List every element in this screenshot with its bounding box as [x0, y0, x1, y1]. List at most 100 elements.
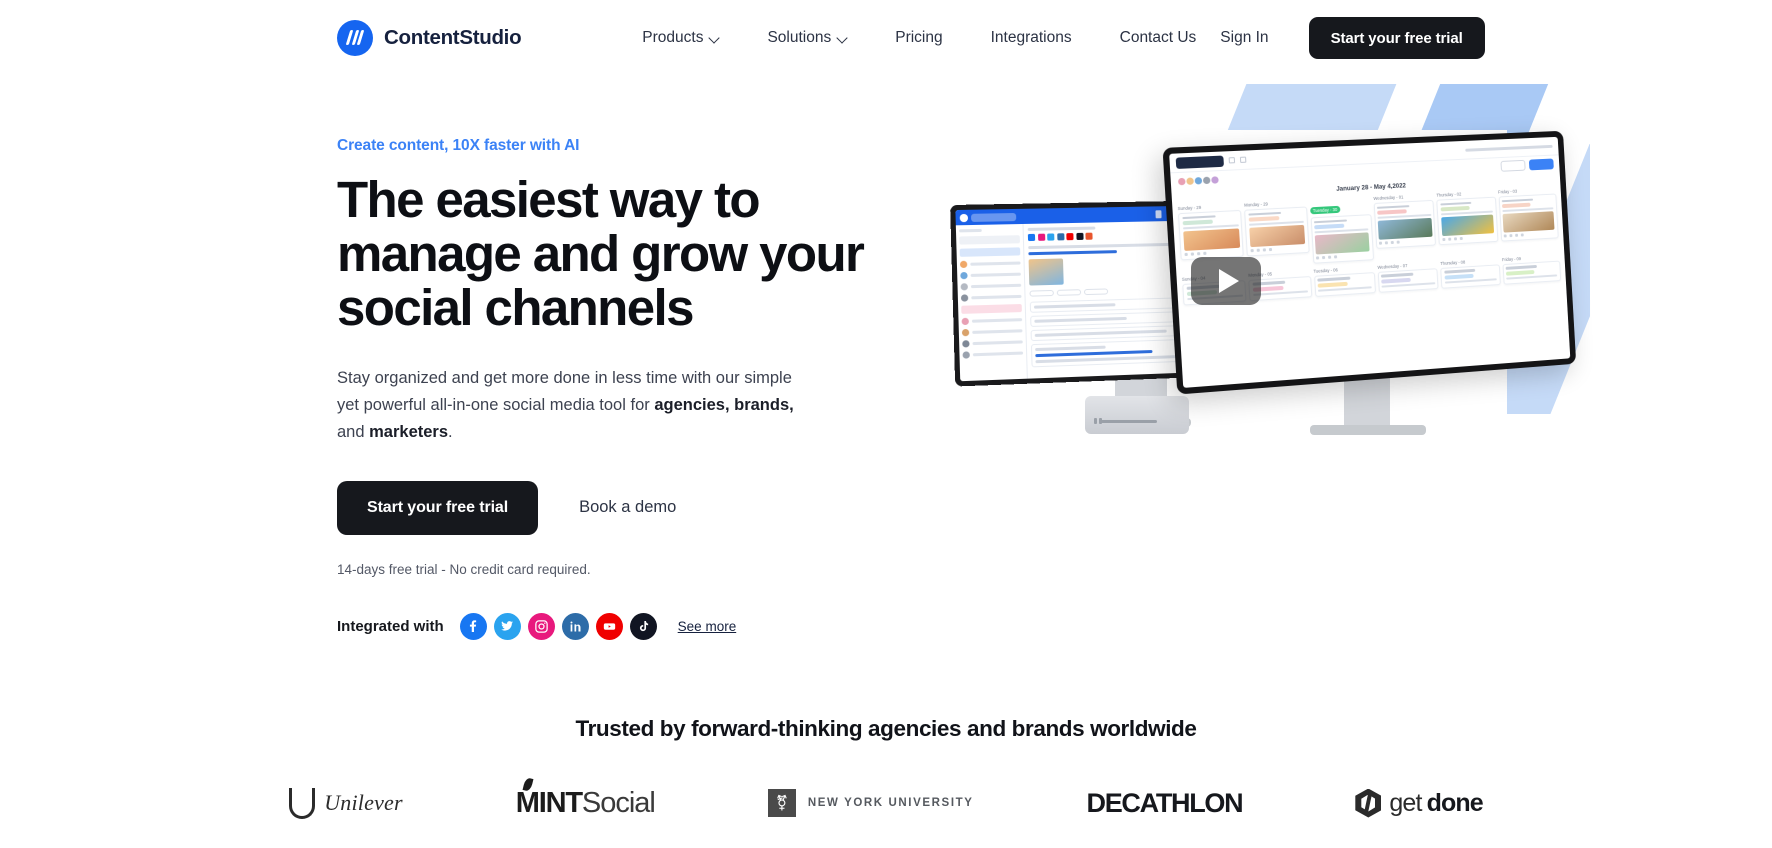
trusted-by-title: Trusted by forward-thinking agencies and…: [575, 716, 1197, 741]
nav-item-solutions[interactable]: Solutions: [743, 29, 871, 47]
list-item: [960, 282, 1022, 291]
calendar-post-card[interactable]: [1313, 271, 1376, 297]
subcopy-bold-1: agencies, brands,: [654, 396, 794, 415]
unilever-wordmark: Unilever: [324, 790, 403, 815]
calendar-post-card[interactable]: [1177, 209, 1245, 260]
group-facebook: [959, 247, 1021, 257]
brand-logo-list: Unilever MINT Social ⚧ NEW YORK UNIVERSI…: [0, 776, 1772, 826]
facebook-icon[interactable]: [459, 612, 487, 640]
chevron-down-icon: [838, 34, 847, 43]
sidebar-header: [959, 228, 1020, 233]
social-icon-list: [459, 612, 657, 640]
nav-item-integrations[interactable]: Integrations: [967, 29, 1096, 47]
instagram-icon[interactable]: [527, 612, 555, 640]
subcopy-bold-2: marketers: [369, 422, 449, 441]
trial-note: 14-days free trial - No credit card requ…: [337, 561, 591, 577]
play-button[interactable]: [1191, 257, 1261, 305]
calendar-day-column: Tuesday - 30: [1309, 196, 1375, 264]
app-logo-icon: [959, 213, 969, 222]
calendar-day-column: Tuesday - 06: [1313, 265, 1376, 297]
calendar-post-card[interactable]: [1244, 206, 1310, 257]
calendar-post-card[interactable]: [1373, 199, 1437, 249]
nav-label: Solutions: [767, 29, 832, 46]
subcopy-part-2: and: [337, 422, 370, 441]
list-item: [960, 271, 1021, 280]
nav-item-contact-us[interactable]: Contact Us: [1096, 29, 1221, 47]
getdone-light-text: get: [1389, 788, 1422, 817]
hero-copy: Create content, 10X faster with AI The e…: [337, 137, 867, 640]
headline-line-2: manage and grow your: [337, 224, 865, 282]
hero-section: Create content, 10X faster with AI The e…: [0, 76, 1772, 716]
header-start-trial-button[interactable]: Start your free trial: [1308, 17, 1485, 59]
list-item: [961, 327, 1023, 337]
filters-button[interactable]: [1500, 159, 1526, 172]
page-title: The easiest way to manage and grow your …: [337, 173, 867, 334]
landing-page: ContentStudio Products Solutions Pricing…: [0, 0, 1772, 848]
list-item: [961, 316, 1023, 326]
calendar-post-card[interactable]: [1498, 193, 1559, 242]
mint-light-text: Social: [581, 786, 656, 819]
calendar-day-column: Thursday - 02: [1436, 190, 1499, 256]
nav-label: Products: [642, 29, 704, 46]
linkedin-icon[interactable]: [561, 612, 589, 640]
list-item: [962, 338, 1023, 348]
calendar-day-column: Wednesday - 01: [1373, 193, 1437, 259]
brand-logo[interactable]: ContentStudio: [337, 20, 522, 56]
monitor-stand-base: [1310, 425, 1426, 435]
calendar-post-card[interactable]: [1436, 196, 1499, 245]
chevron-down-icon: [710, 34, 719, 43]
integrated-with-row: Integrated with See more: [337, 612, 867, 640]
headline-line-3: social channels: [337, 278, 694, 336]
nav-label: Contact Us: [1119, 29, 1197, 46]
unilever-logo: Unilever: [289, 780, 403, 826]
hero-product-video[interactable]: January 28 - May 4,2022 Sunday - 29 Mond…: [915, 84, 1590, 504]
decathlon-wordmark: DECATHLON: [1086, 787, 1244, 818]
list-view-icon: [1228, 157, 1236, 164]
calendar-post-card[interactable]: [1502, 260, 1562, 285]
calendar-post-card[interactable]: [1377, 267, 1439, 293]
mac-studio-device: [1085, 396, 1189, 434]
nav-item-pricing[interactable]: Pricing: [871, 29, 966, 47]
calendar-day-column: Wednesday - 07: [1377, 261, 1439, 293]
hero-subcopy: Stay organized and get more done in less…: [337, 365, 795, 445]
subcopy-part-3: .: [448, 422, 453, 441]
site-header: ContentStudio Products Solutions Pricing…: [0, 0, 1772, 76]
getdone-bold-text: done: [1426, 788, 1484, 817]
hero-start-trial-button[interactable]: Start your free trial: [337, 480, 539, 535]
calendar-post-card[interactable]: [1310, 214, 1375, 264]
nav-item-products[interactable]: Products: [618, 29, 743, 47]
hero-cta-row: Start your free trial Book a demo: [337, 480, 867, 535]
accounts-sidebar: [955, 223, 1028, 382]
decathlon-logo: DECATHLON: [1086, 780, 1244, 826]
create-post-button[interactable]: [1528, 158, 1554, 170]
youtube-icon[interactable]: [595, 612, 623, 640]
nav-label: Pricing: [895, 29, 943, 46]
unilever-mark-icon: [289, 787, 316, 819]
search-field: [959, 235, 1020, 245]
list-item: [960, 293, 1022, 302]
post-image: [1028, 258, 1064, 286]
nyu-logo: ⚧ NEW YORK UNIVERSITY: [767, 780, 974, 826]
mint-bold-text: MINT: [515, 786, 583, 819]
timezone-note: [1465, 144, 1553, 152]
calendar-day-column: Friday - 03: [1498, 187, 1559, 252]
see-more-link[interactable]: See more: [678, 619, 737, 634]
hero-eyebrow: Create content, 10X faster with AI: [337, 137, 580, 154]
nav-label: Integrations: [990, 29, 1072, 46]
twitter-icon[interactable]: [493, 612, 521, 640]
group-instagram: [961, 303, 1022, 314]
trusted-by-section: Trusted by forward-thinking agencies and…: [0, 716, 1772, 826]
calendar-post-card[interactable]: [1440, 263, 1501, 289]
integrated-with-label: Integrated with: [337, 617, 444, 635]
list-item: [962, 349, 1024, 359]
headline-line-1: The easiest way to: [337, 171, 760, 228]
calendar-view-tab: [1175, 155, 1224, 169]
nav-icon: [1155, 209, 1162, 218]
tiktok-icon[interactable]: [629, 612, 657, 640]
sign-in-link[interactable]: Sign In: [1220, 29, 1268, 47]
header-actions: Sign In Start your free trial: [1220, 17, 1485, 59]
getdone-logo: get done: [1355, 780, 1484, 826]
getdone-mark-icon: [1355, 788, 1382, 818]
book-a-demo-button[interactable]: Book a demo: [579, 498, 676, 517]
nyu-wordmark: NEW YORK UNIVERSITY: [807, 797, 974, 809]
